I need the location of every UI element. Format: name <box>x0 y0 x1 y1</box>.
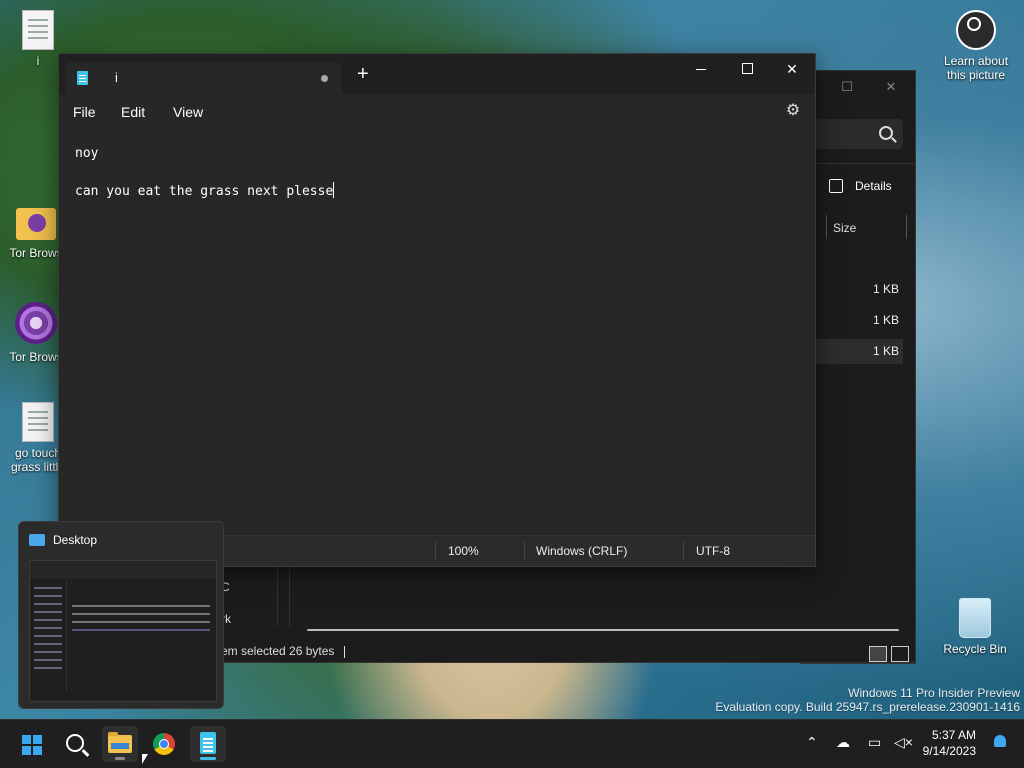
search-icon <box>66 734 84 752</box>
unsaved-dot-icon[interactable] <box>321 75 328 82</box>
recycle-bin-icon <box>959 598 991 638</box>
pane-divider <box>289 566 290 626</box>
clock-time: 5:37 AM <box>931 728 976 742</box>
explorer-titlebar: ☐ ✕ <box>801 71 915 103</box>
text-file-icon <box>22 402 54 442</box>
notepad-icon <box>200 732 216 754</box>
thumb-sidebar <box>30 581 67 691</box>
notepad-tab[interactable]: i <box>65 62 341 94</box>
network-icon[interactable]: ▭ <box>868 734 881 751</box>
clock-date: 9/14/2023 <box>922 744 976 758</box>
size-cell: 1 KB <box>872 344 899 358</box>
menu-edit[interactable]: Edit <box>121 104 145 120</box>
details-pane-icon <box>829 179 843 193</box>
camera-icon <box>956 10 996 50</box>
new-tab-button[interactable]: + <box>357 64 369 84</box>
pane-divider <box>277 566 278 626</box>
chrome-icon <box>153 733 175 755</box>
watermark-line-2: Evaluation copy. Build 25947.rs_prerelea… <box>715 700 1020 714</box>
file-explorer-taskbar-button[interactable] <box>102 726 138 762</box>
close-button[interactable]: ✕ <box>769 54 815 86</box>
encoding[interactable]: UTF-8 <box>696 544 730 558</box>
notification-bell-icon[interactable] <box>994 735 1006 747</box>
thumb-row <box>72 605 210 607</box>
recycle-bin[interactable]: Recycle Bin <box>940 598 1010 656</box>
search-button[interactable] <box>58 726 94 762</box>
column-divider <box>906 215 907 239</box>
thumbnail-title: Desktop <box>53 533 98 547</box>
text-caret <box>333 182 335 198</box>
chevron-up-icon[interactable]: ⌃ <box>806 734 818 751</box>
file-explorer-lower: C rk em selected 26 bytes <box>220 566 916 663</box>
watermark-line-1: Windows 11 Pro Insider Preview <box>848 686 1020 700</box>
volume-muted-icon[interactable]: ◁× <box>894 734 913 751</box>
thumb-row <box>72 613 210 615</box>
toolbar-divider <box>801 163 915 164</box>
settings-gear-icon[interactable]: ⚙ <box>785 103 801 119</box>
tab-title: i <box>115 70 118 85</box>
status-separator <box>524 542 525 560</box>
thumbnail-image <box>29 560 217 702</box>
windows-logo-icon <box>22 735 42 755</box>
taskbar: ⌃ ☁ ▭ ◁× 5:37 AM 9/14/2023 <box>0 719 1024 768</box>
start-button[interactable] <box>14 726 50 762</box>
folder-icon <box>29 534 45 546</box>
learn-about-picture[interactable]: Learn about this picture <box>938 10 1014 82</box>
zoom-level[interactable]: 100% <box>448 544 479 558</box>
explorer-status-bar: em selected 26 bytes <box>221 644 346 658</box>
text-editor[interactable]: noy can you eat the grass next plesse <box>59 130 815 536</box>
explorer-search-box[interactable] <box>815 119 903 149</box>
system-clock[interactable]: 5:37 AM 9/14/2023 <box>923 727 976 759</box>
notepad-window: i + ✕ File Edit View ⚙ noy can you eat t… <box>58 53 816 567</box>
notepad-titlebar[interactable]: i + ✕ <box>59 54 815 94</box>
text-line-current: can you eat the grass next plesse <box>75 182 335 199</box>
build-watermark: Windows 11 Pro Insider Preview Evaluatio… <box>715 686 1020 714</box>
close-icon[interactable]: ✕ <box>883 79 899 95</box>
selection-status: em selected 26 bytes <box>221 644 335 658</box>
details-view-icon[interactable] <box>869 646 887 662</box>
thumb-row <box>72 621 210 623</box>
menu-file[interactable]: File <box>73 104 96 120</box>
details-button[interactable]: Details <box>855 179 892 193</box>
text-file-icon <box>22 10 54 50</box>
size-cell: 1 KB <box>872 282 899 296</box>
tor-folder-icon <box>16 208 56 240</box>
search-icon <box>879 126 893 140</box>
text-line: noy <box>75 146 99 161</box>
minimize-button[interactable] <box>678 54 724 86</box>
thumb-toolbar <box>30 561 216 579</box>
status-separator <box>435 542 436 560</box>
menu-view[interactable]: View <box>173 104 203 120</box>
notepad-menubar: File Edit View ⚙ <box>59 94 815 130</box>
notepad-icon <box>77 71 88 85</box>
thumb-row <box>72 629 210 631</box>
column-divider <box>826 215 827 239</box>
chrome-taskbar-button[interactable] <box>146 726 182 762</box>
mouse-cursor-icon <box>142 754 148 764</box>
maximize-icon[interactable]: ☐ <box>839 79 855 95</box>
recycle-label: Recycle Bin <box>943 642 1007 656</box>
active-indicator <box>200 757 216 760</box>
tiles-view-icon[interactable] <box>891 646 909 662</box>
line-ending[interactable]: Windows (CRLF) <box>536 544 627 558</box>
size-column-header[interactable]: Size <box>833 221 856 235</box>
running-indicator <box>115 757 125 760</box>
horizontal-scrollbar[interactable] <box>307 629 899 631</box>
status-divider <box>344 645 346 658</box>
size-cell: 1 KB <box>872 313 899 327</box>
learn-label: Learn about this picture <box>943 54 1009 82</box>
maximize-button[interactable] <box>724 54 770 86</box>
onedrive-icon[interactable]: ☁ <box>836 734 850 751</box>
taskbar-thumbnail-preview[interactable]: Desktop <box>18 521 224 709</box>
folder-icon <box>108 732 132 753</box>
text-line: can you eat the grass next plesse <box>75 184 334 199</box>
notepad-taskbar-button[interactable] <box>190 726 226 762</box>
status-separator <box>683 542 684 560</box>
tor-browser-icon <box>15 302 57 344</box>
